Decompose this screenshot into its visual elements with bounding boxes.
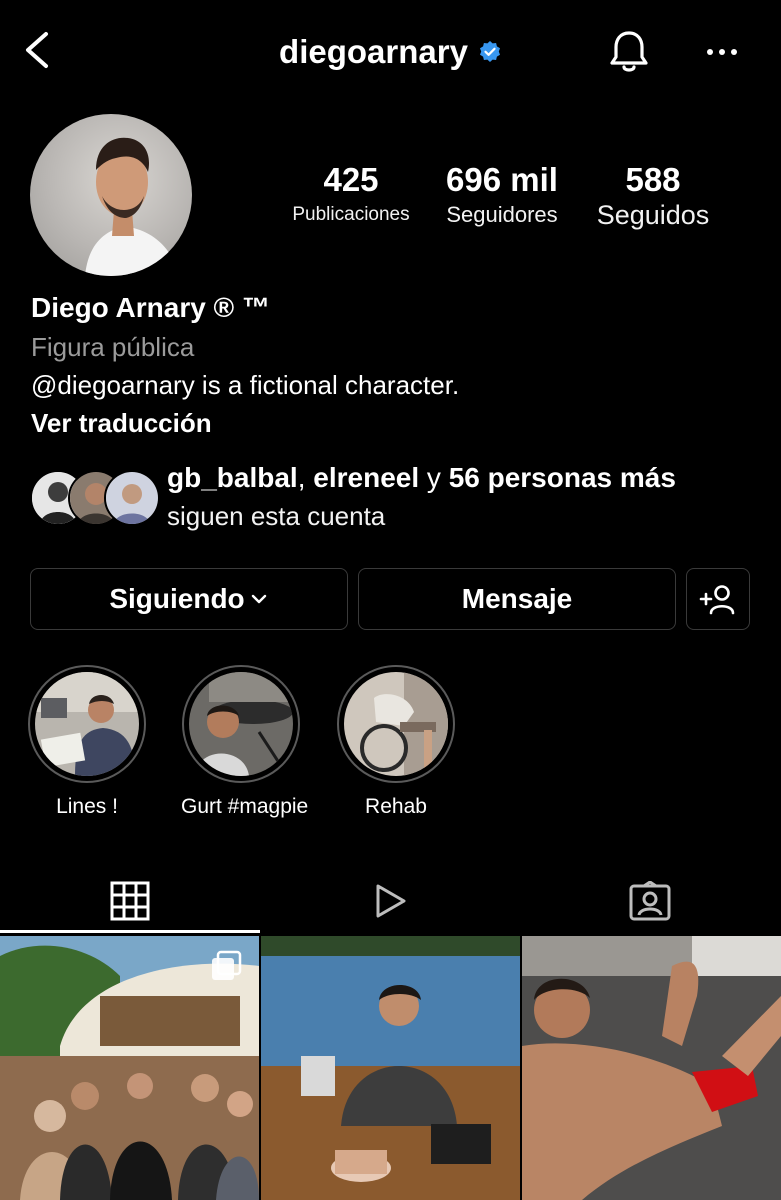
profile-photo (85, 137, 180, 276)
highlight-ring (337, 665, 455, 783)
bell-icon[interactable] (606, 28, 652, 76)
stat-following[interactable]: 588 Seguidos (583, 160, 723, 230)
stat-posts[interactable]: 425 Publicaciones (282, 160, 420, 230)
highlight-ring (28, 665, 146, 783)
add-person-icon (699, 585, 735, 615)
tab-tagged[interactable] (520, 870, 780, 932)
posts-count: 425 (323, 161, 379, 198)
followers-label: Seguidores (446, 202, 558, 227)
active-tab-indicator (0, 930, 260, 933)
highlight-cover (344, 672, 448, 776)
profile-name: Diego Arnary ® ™ (31, 292, 270, 323)
highlight-label: Gurt #magpie (181, 795, 309, 818)
mutual-user-2[interactable]: elreneel (313, 462, 419, 493)
reels-icon (376, 884, 406, 918)
chevron-down-icon (251, 594, 266, 604)
profile-avatar[interactable] (30, 114, 192, 276)
highlight-ring (182, 665, 300, 783)
tab-posts-grid[interactable] (0, 870, 260, 932)
see-translation-link[interactable]: Ver traducción (31, 408, 212, 439)
profile-username-header: diegoarnary (0, 28, 781, 76)
mutual-others-count[interactable]: 56 personas más (449, 462, 676, 493)
following-button[interactable]: Siguiendo (30, 568, 348, 630)
post-image-lake-birthday (261, 936, 520, 1200)
mutual-followers-avatars[interactable] (30, 470, 160, 526)
conjunction-text: y (419, 462, 449, 493)
username-text: diegoarnary (279, 33, 468, 70)
tab-reels[interactable] (260, 870, 520, 932)
mutual-followers-caption: siguen esta cuenta (167, 501, 386, 531)
suggested-users-button[interactable] (686, 568, 750, 630)
profile-category: Figura pública (31, 332, 195, 362)
post-image-shirtless (522, 936, 781, 1200)
highlight-gurt-magpie[interactable]: Gurt #magpie (181, 665, 309, 819)
highlight-label: Lines ! (56, 795, 118, 818)
post-thumbnail[interactable] (261, 936, 520, 1200)
following-count: 588 (625, 161, 681, 198)
highlight-cover (35, 672, 139, 776)
verified-badge-icon (479, 41, 500, 62)
separator-text: , (297, 462, 314, 493)
post-image-boat-group (0, 936, 259, 1200)
highlight-cover (189, 672, 293, 776)
followers-count: 696 mil (446, 161, 558, 198)
post-thumbnail[interactable] (522, 936, 781, 1200)
profile-bio: @diegoarnary is a fictional character. (31, 370, 460, 400)
message-button-label: Mensaje (461, 583, 573, 614)
highlight-lines[interactable]: Lines ! (27, 665, 147, 819)
message-button[interactable]: Mensaje (358, 568, 676, 630)
highlight-label: Rehab (365, 795, 427, 818)
more-options-icon[interactable] (700, 34, 744, 70)
stat-followers[interactable]: 696 mil Seguidores (432, 160, 572, 230)
following-label: Seguidos (596, 200, 710, 230)
mutual-user-1[interactable]: gb_balbal (167, 462, 298, 493)
following-button-label: Siguiendo (109, 583, 245, 614)
post-thumbnail[interactable] (0, 936, 259, 1200)
tagged-icon (629, 881, 671, 921)
highlight-rehab[interactable]: Rehab (336, 665, 456, 819)
mutual-followers-text[interactable]: gb_balbal, elreneel y 56 personas más (167, 462, 676, 494)
posts-label: Publicaciones (292, 204, 410, 225)
grid-icon (110, 881, 150, 921)
mutual-avatar-3 (104, 470, 160, 526)
